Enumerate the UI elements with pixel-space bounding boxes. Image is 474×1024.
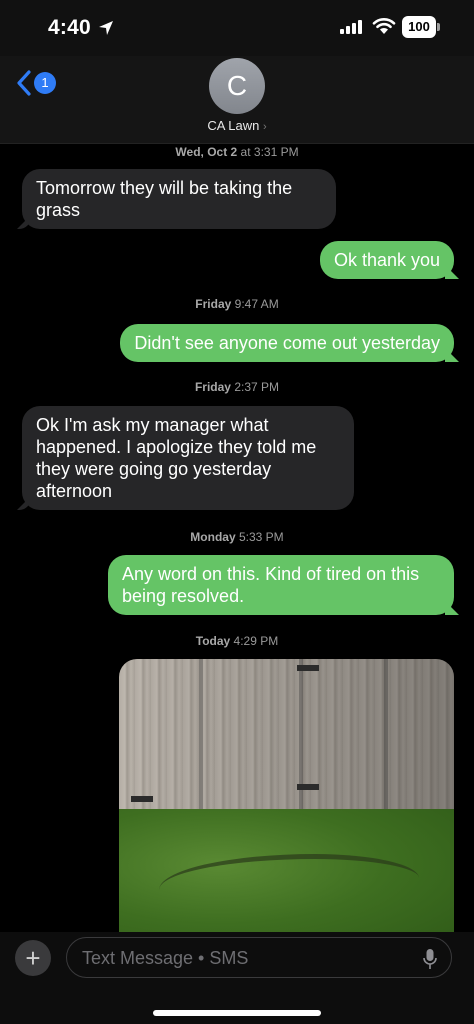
conversation-header: 1 C CA Lawn ›	[0, 56, 474, 144]
timestamp: Wed, Oct 2 at 3:31 PM	[175, 145, 299, 159]
contact-name[interactable]: CA Lawn ›	[0, 118, 474, 133]
back-chevron-icon	[17, 70, 31, 96]
unread-badge: 1	[34, 72, 56, 94]
incoming-message[interactable]: Tomorrow they will be taking the grass	[22, 169, 336, 229]
timestamp: Today 4:29 PM	[195, 634, 279, 648]
incoming-message[interactable]: Ok I'm ask my manager what happened. I a…	[22, 406, 354, 510]
chevron-right-icon: ›	[263, 121, 267, 133]
location-arrow-icon	[99, 21, 113, 35]
outgoing-message[interactable]: Didn't see anyone come out yesterday	[120, 324, 454, 362]
home-indicator[interactable]	[153, 1010, 321, 1016]
message-thread[interactable]: Wed, Oct 2 at 3:31 PM Tomorrow they will…	[0, 144, 474, 932]
outgoing-message[interactable]: Ok thank you	[319, 241, 454, 279]
status-time: 4:40	[48, 16, 91, 39]
wifi-icon	[372, 18, 396, 34]
battery-icon: 100	[402, 16, 440, 38]
timestamp: Monday 5:33 PM	[190, 530, 284, 544]
composer-bar: + Text Message • SMS	[0, 932, 474, 1024]
back-button[interactable]: 1	[16, 68, 56, 98]
timestamp: Friday 2:37 PM	[194, 380, 280, 394]
message-input[interactable]: Text Message • SMS	[66, 937, 452, 978]
timestamp: Friday 9:47 AM	[195, 297, 279, 311]
status-bar: 4:40 100	[0, 0, 474, 56]
mic-icon[interactable]	[423, 948, 437, 970]
outgoing-message[interactable]: Any word on this. Kind of tired on this …	[108, 555, 454, 615]
battery-level: 100	[402, 16, 436, 38]
photo-attachment[interactable]	[119, 659, 454, 932]
contact-avatar[interactable]: C	[209, 58, 265, 114]
contact-name-label: CA Lawn	[207, 118, 260, 133]
signal-icon	[340, 20, 362, 34]
plus-icon[interactable]: +	[15, 940, 51, 976]
message-input-placeholder: Text Message • SMS	[82, 948, 249, 968]
